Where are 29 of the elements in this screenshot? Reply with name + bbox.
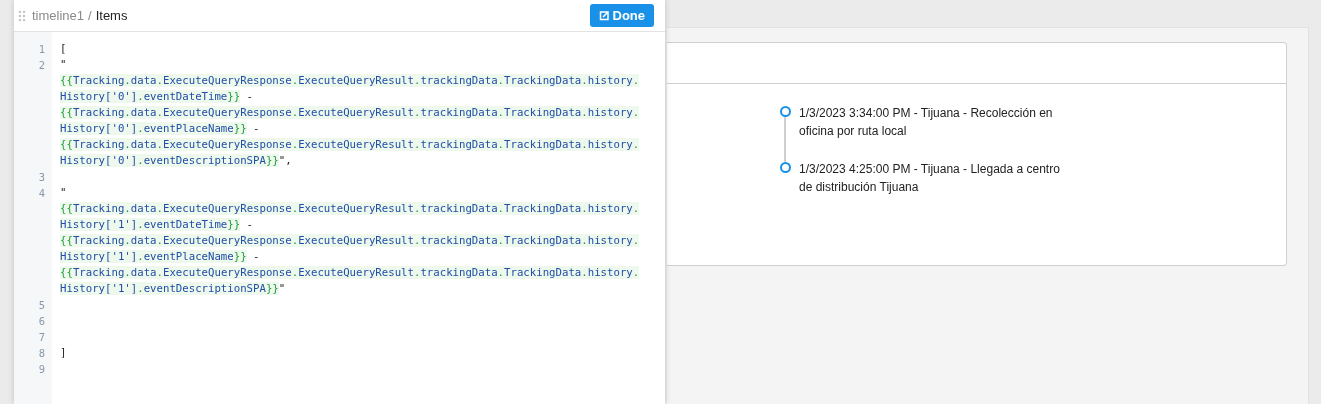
line-number: 5: [38, 299, 45, 311]
code-line: History['0'].eventDescriptionSPA}}",: [60, 154, 292, 167]
code-line: ": [60, 186, 67, 199]
timeline-dot: [779, 106, 791, 117]
code-line: ": [60, 58, 67, 71]
code-line: History['1'].eventPlaceName}} -: [60, 250, 260, 263]
breadcrumb-current: Items: [95, 8, 128, 23]
exit-icon: [598, 10, 609, 21]
line-number: 4: [38, 187, 45, 199]
code-line: [: [60, 42, 67, 55]
code-line: History['1'].eventDescriptionSPA}}": [60, 282, 286, 295]
line-number: 7: [38, 331, 45, 343]
breadcrumb-separator: /: [88, 8, 92, 23]
code-line: ]: [60, 346, 67, 359]
timeline-dot: [779, 162, 791, 173]
line-number: 6: [38, 315, 45, 327]
timeline-event-text: 1/3/2023 3:34:00 PM - Tijuana - Recolección en oficina por ruta local: [799, 105, 1054, 140]
line-number: 1: [38, 43, 45, 55]
code-line: History['0'].eventPlaceName}} -: [60, 122, 260, 135]
line-number: 8: [38, 347, 45, 359]
line-number: 9: [38, 363, 45, 375]
line-number: 3: [38, 171, 45, 183]
code-line: History['1'].eventDateTime}} -: [60, 218, 254, 231]
code-line: History['0'].eventDateTime}} -: [60, 90, 254, 103]
drag-handle-icon[interactable]: [18, 9, 26, 22]
line-number: 2: [38, 59, 45, 71]
timeline-event-text: 1/3/2023 4:25:00 PM - Tijuana - Llegada a centro de distribución Tijuana: [799, 161, 1061, 196]
done-button[interactable]: Done: [589, 4, 654, 27]
breadcrumb-parent[interactable]: timeline1: [32, 8, 85, 23]
